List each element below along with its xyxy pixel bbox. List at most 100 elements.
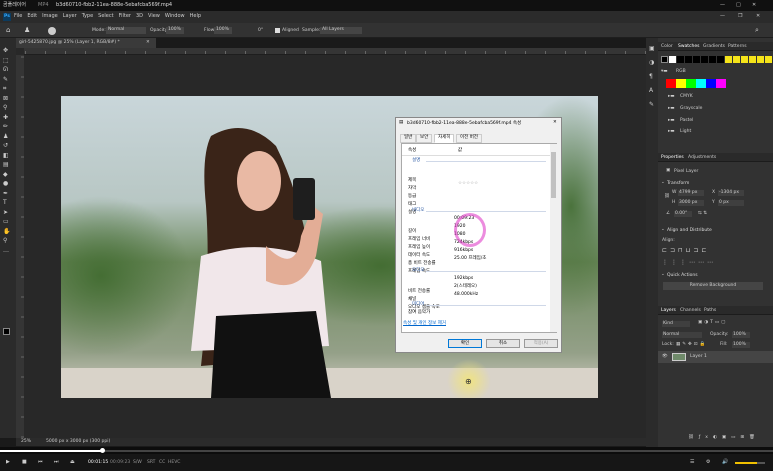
tab-swatches[interactable]: Swatches <box>678 44 700 50</box>
brushes-icon[interactable]: ✎ <box>649 102 654 108</box>
volume-slider[interactable] <box>735 462 765 464</box>
dialog-tab-previous-versions[interactable]: 이전 버전 <box>456 134 482 143</box>
menu-item-image[interactable]: Image <box>42 14 58 19</box>
crop-tool-icon[interactable]: ⌗ <box>3 86 13 92</box>
settings-icon[interactable]: ⚙ <box>706 460 710 465</box>
previous-icon[interactable]: ⏮ <box>38 460 43 465</box>
apply-button[interactable]: 적용(A) <box>524 339 558 348</box>
tab-layers[interactable]: Layers <box>661 308 676 314</box>
pen-tool-icon[interactable]: ✒ <box>3 190 13 197</box>
aligned-checkbox[interactable] <box>275 28 280 33</box>
angle-input[interactable]: 0.00° <box>674 211 692 217</box>
healing-brush-icon[interactable]: ✚ <box>3 114 13 121</box>
player-timeline[interactable] <box>0 447 773 454</box>
gradient-tool-icon[interactable]: ▤ <box>3 162 13 168</box>
badge-sw[interactable]: S/W <box>133 460 142 466</box>
menu-item-3d[interactable]: 3D <box>136 14 143 19</box>
shape-tool-icon[interactable]: ▭ <box>3 219 13 225</box>
angle-value[interactable]: 0° <box>258 28 263 34</box>
layer-actions-icons[interactable]: ⛓ƒx◐▣▭⊞🗑 <box>688 435 760 441</box>
distribute-buttons-icons[interactable]: ⋮⋮⋮⋯⋯⋯ <box>662 260 716 266</box>
menu-item-edit[interactable]: Edit <box>27 14 37 19</box>
badge-srt[interactable]: SRT <box>147 460 155 466</box>
home-icon[interactable]: ⌂ <box>6 27 10 34</box>
lasso-tool-icon[interactable]: ᘏ <box>3 67 13 73</box>
dialog-tab-security[interactable]: 보안 <box>416 134 433 143</box>
tab-patterns[interactable]: Patterns <box>728 44 747 50</box>
recent-swatch-6[interactable] <box>717 56 724 63</box>
scrollbar-thumb[interactable] <box>551 152 556 198</box>
minimize-icon[interactable]: — <box>720 3 725 8</box>
recent-swatch-11[interactable] <box>757 56 764 63</box>
swatch-cyan[interactable] <box>696 79 706 88</box>
layer-name[interactable]: Layer 1 <box>690 354 707 360</box>
tab-gradients[interactable]: Gradients <box>703 44 725 50</box>
character-icon[interactable]: A <box>649 88 653 94</box>
dialog-tab-general[interactable]: 일반 <box>400 134 417 143</box>
tab-channels[interactable]: Channels <box>680 308 701 314</box>
history-icon[interactable]: ▣ <box>649 46 655 52</box>
details-scrollbar[interactable] <box>550 144 557 332</box>
recent-swatch-1[interactable] <box>677 56 684 63</box>
swatch-yellow[interactable] <box>676 79 686 88</box>
more-tools-icon[interactable]: … <box>3 247 13 254</box>
search-icon[interactable]: ⌕ <box>755 27 759 34</box>
swatch-blue[interactable] <box>706 79 716 88</box>
sample-select[interactable]: All Layers <box>320 27 362 34</box>
timeline-handle[interactable] <box>100 448 105 453</box>
align-buttons-icons[interactable]: ⊏⊐⊓⊔⊐⊏ <box>662 248 709 254</box>
ok-button[interactable]: 확인 <box>448 339 482 348</box>
tab-adjustments[interactable]: Adjustments <box>688 155 716 161</box>
foreground-color-swatch[interactable] <box>3 328 10 335</box>
flow-input[interactable]: 100% <box>214 27 232 34</box>
close-icon[interactable]: ✕ <box>752 3 756 8</box>
mode-select[interactable]: Normal <box>106 27 146 34</box>
eyedropper-icon[interactable]: ⚲ <box>3 105 13 111</box>
column-value-header[interactable]: 값 <box>458 148 462 154</box>
lock-icons[interactable]: ▦✎✥⊡🔒 <box>676 342 707 348</box>
marquee-tool-icon[interactable]: ⬚ <box>3 57 13 64</box>
blur-tool-icon[interactable]: ◆ <box>3 171 13 178</box>
ps-restore-icon[interactable]: ❐ <box>738 14 742 19</box>
recent-swatch-12[interactable] <box>765 56 772 63</box>
menu-item-select[interactable]: Select <box>98 14 113 19</box>
play-icon[interactable]: ▶ <box>6 460 10 465</box>
stop-icon[interactable]: ■ <box>22 460 27 465</box>
type-tool-icon[interactable]: T <box>3 200 13 206</box>
recent-swatch-5[interactable] <box>709 56 716 63</box>
layer-filter-kind[interactable]: Kind <box>662 321 690 327</box>
recent-swatch-8[interactable] <box>733 56 740 63</box>
recent-swatch-7[interactable] <box>725 56 732 63</box>
tab-properties[interactable]: Properties <box>661 155 684 161</box>
ps-minimize-icon[interactable]: — <box>720 14 725 19</box>
dialog-close-icon[interactable]: ✕ <box>553 120 557 126</box>
recent-swatch-9[interactable] <box>741 56 748 63</box>
ps-close-icon[interactable]: ✕ <box>756 14 760 19</box>
x-input[interactable]: -1304 px <box>718 190 744 196</box>
layer-filter-icons[interactable]: ▣◑T▭▢ <box>698 320 727 326</box>
recent-swatch-4[interactable] <box>701 56 708 63</box>
tab-color[interactable]: Color <box>661 44 673 50</box>
document-close-icon[interactable]: ✕ <box>146 40 150 46</box>
align-toggle-icon[interactable]: ⌄ <box>661 227 665 233</box>
player-app-name[interactable]: 곰플레이어 <box>3 3 26 8</box>
recent-swatch-white[interactable] <box>669 56 676 63</box>
flip-icons[interactable]: ⇆ ⇅ <box>698 211 707 217</box>
badge-hevc[interactable]: HEVC <box>168 460 180 466</box>
frame-tool-icon[interactable]: ⊠ <box>3 95 13 102</box>
layer-row[interactable]: 👁 Layer 1 <box>658 351 773 363</box>
column-property-header[interactable]: 속성 <box>408 148 416 154</box>
blend-mode-select[interactable]: Normal <box>662 332 702 338</box>
brush-preset-icon[interactable] <box>48 27 56 35</box>
playlist-icon[interactable]: ☰ <box>690 460 694 465</box>
recent-swatch-3[interactable] <box>693 56 700 63</box>
transform-toggle-icon[interactable]: ⌄ <box>661 180 665 186</box>
volume-icon[interactable]: 🔊 <box>722 460 728 465</box>
tab-paths[interactable]: Paths <box>704 308 716 314</box>
swatch-red[interactable] <box>666 79 676 88</box>
menu-item-layer[interactable]: Layer <box>63 14 77 19</box>
y-input[interactable]: 0 px <box>718 200 744 206</box>
swatch-magenta[interactable] <box>716 79 726 88</box>
eraser-icon[interactable]: ◧ <box>3 152 13 159</box>
opacity-input[interactable]: 100% <box>166 27 184 34</box>
